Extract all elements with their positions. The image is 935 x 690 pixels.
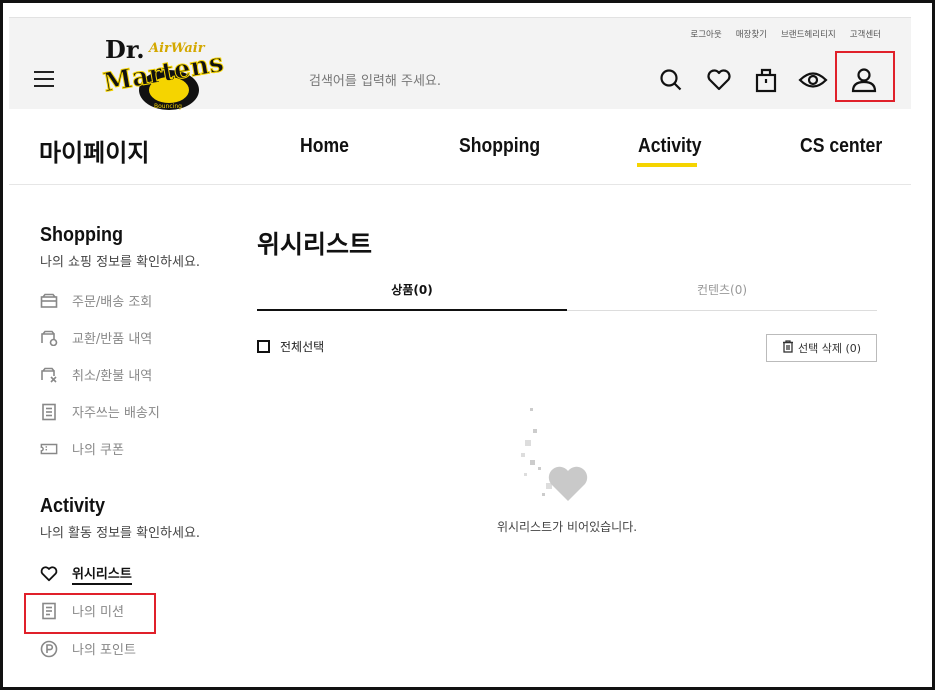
point-icon: [40, 640, 58, 658]
nav-home[interactable]: Home: [300, 135, 349, 158]
heart-icon[interactable]: [704, 65, 734, 95]
sidebar-item-wishlist[interactable]: 위시리스트: [40, 563, 132, 585]
sidebar-item-label: 나의 포인트: [72, 643, 136, 658]
sidebar-item-coupon[interactable]: 나의 쿠폰: [40, 439, 124, 458]
tab-products[interactable]: 상품(0): [257, 281, 567, 298]
heart-icon: [40, 565, 58, 583]
shopping-bag-icon[interactable]: [751, 65, 781, 95]
sidebar-shopping-heading: Shopping: [40, 224, 123, 246]
sidebar-item-order-tracking[interactable]: 주문/배송 조회: [40, 291, 152, 310]
sidebar-item-cancel-refund[interactable]: 취소/환불 내역: [40, 365, 152, 384]
search-icon[interactable]: [656, 65, 686, 95]
coupon-icon: [40, 440, 58, 458]
box-icon: [40, 292, 58, 310]
brand-heritage-link[interactable]: 브랜드헤리티지: [781, 28, 836, 40]
utility-links: 로그아웃 매장찾기 브랜드헤리티지 고객센터: [690, 28, 881, 40]
dr-martens-logo[interactable]: Dr. AirWair Martens Bouncing: [99, 30, 229, 116]
exchange-box-icon: [40, 329, 58, 347]
sidebar-item-label: 나의 쿠폰: [72, 443, 124, 458]
logo-tag-text: Bouncing: [154, 103, 182, 110]
sidebar-item-address-book[interactable]: 자주쓰는 배송지: [40, 402, 160, 421]
site-header: 로그아웃 매장찾기 브랜드헤리티지 고객센터 Dr. AirWair Marte…: [9, 17, 911, 110]
sidebar-item-label: 자주쓰는 배송지: [72, 406, 160, 421]
menu-icon[interactable]: [34, 71, 54, 87]
customer-center-link[interactable]: 고객센터: [850, 28, 881, 40]
sidebar-item-label: 취소/환불 내역: [72, 369, 153, 384]
sidebar-shopping-subtitle: 나의 쇼핑 정보를 확인하세요.: [40, 255, 201, 270]
nav-activity[interactable]: Activity: [638, 135, 702, 158]
select-all-checkbox[interactable]: [257, 340, 270, 353]
mypage-nav: 마이페이지 Home Shopping Activity CS center: [9, 115, 911, 185]
logout-link[interactable]: 로그아웃: [690, 28, 721, 40]
page-title: 마이페이지: [39, 139, 150, 167]
address-book-icon: [40, 403, 58, 421]
sidebar-item-label: 교환/반품 내역: [72, 332, 153, 347]
wishlist-title: 위시리스트: [257, 230, 373, 259]
empty-wishlist-heart-icon: [521, 408, 588, 501]
nav-shopping[interactable]: Shopping: [459, 135, 540, 158]
select-all-control[interactable]: 전체선택: [257, 338, 324, 355]
page-frame: 로그아웃 매장찾기 브랜드헤리티지 고객센터 Dr. AirWair Marte…: [0, 0, 935, 690]
sidebar-activity-heading: Activity: [40, 495, 106, 517]
delete-selected-button[interactable]: 선택 삭제 (0): [766, 334, 877, 362]
sidebar-activity-subtitle: 나의 활동 정보를 확인하세요.: [40, 526, 201, 541]
cancel-box-icon: [40, 366, 58, 384]
sidebar-item-exchange-return[interactable]: 교환/반품 내역: [40, 328, 152, 347]
store-finder-link[interactable]: 매장찾기: [736, 28, 767, 40]
nav-cs-center[interactable]: CS center: [800, 135, 882, 158]
search-input[interactable]: [309, 70, 569, 92]
mission-item-highlight: [24, 593, 156, 634]
sidebar-item-label: 주문/배송 조회: [72, 295, 153, 310]
logo-dr-text: Dr.: [105, 35, 145, 64]
select-all-label: 전체선택: [280, 340, 325, 354]
tab-active-indicator: [257, 309, 567, 311]
nav-active-indicator: [637, 163, 697, 167]
sidebar-item-label: 위시리스트: [72, 563, 132, 585]
tab-contents[interactable]: 컨텐츠(0): [567, 281, 877, 298]
sidebar-item-point[interactable]: 나의 포인트: [40, 639, 136, 658]
sidebar-shopping-section: Shopping 나의 쇼핑 정보를 확인하세요.: [40, 224, 200, 270]
eye-icon[interactable]: [798, 65, 828, 95]
empty-wishlist-message: 위시리스트가 비어있습니다.: [496, 520, 638, 534]
sidebar-activity-section: Activity 나의 활동 정보를 확인하세요.: [40, 495, 200, 541]
delete-selected-label: 선택 삭제 (0): [797, 342, 862, 355]
trash-icon: [782, 340, 794, 356]
user-icon-highlight: [835, 51, 895, 102]
wishlist-tabs: 상품(0) 컨텐츠(0): [257, 273, 877, 311]
